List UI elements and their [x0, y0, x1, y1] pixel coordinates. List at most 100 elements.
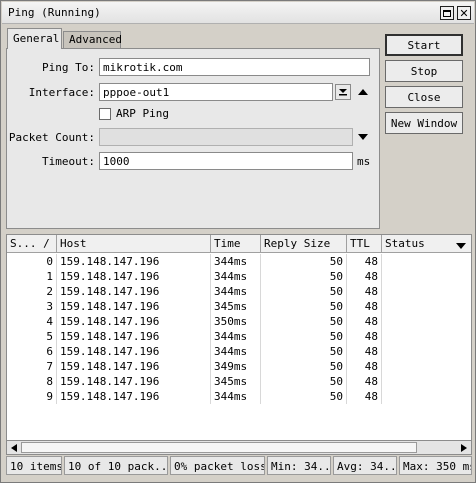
cell-seq: 0: [7, 254, 57, 269]
cell-seq: 7: [7, 359, 57, 374]
tab-advanced[interactable]: Advanced: [63, 31, 122, 48]
cell-time: 350ms: [211, 314, 261, 329]
cell-host: 159.148.147.196: [57, 359, 211, 374]
cell-time: 344ms: [211, 269, 261, 284]
ping-to-label: Ping To:: [42, 61, 95, 74]
title-bar[interactable]: Ping (Running) ✕: [2, 2, 474, 24]
cell-size: 50: [261, 344, 347, 359]
timeout-label: Timeout:: [42, 155, 95, 168]
horizontal-scrollbar[interactable]: [6, 440, 472, 455]
column-ttl[interactable]: TTL: [347, 235, 382, 253]
scroll-left-icon[interactable]: [7, 441, 21, 454]
status-packets: 10 of 10 pack...: [64, 456, 168, 475]
cell-status: [382, 299, 471, 314]
cell-status: [382, 329, 471, 344]
arp-ping-label: ARP Ping: [116, 107, 169, 120]
cell-time: 344ms: [211, 329, 261, 344]
cell-size: 50: [261, 389, 347, 404]
cell-ttl: 48: [347, 374, 382, 389]
cell-host: 159.148.147.196: [57, 254, 211, 269]
timeout-field[interactable]: 1000: [99, 152, 353, 170]
cell-seq: 8: [7, 374, 57, 389]
general-panel: Ping To: mikrotik.com Interface: pppoe-o…: [6, 48, 380, 229]
cell-seq: 4: [7, 314, 57, 329]
cell-size: 50: [261, 299, 347, 314]
table-row[interactable]: 3 159.148.147.196 345ms 50 48: [7, 299, 471, 314]
cell-time: 344ms: [211, 284, 261, 299]
packet-count-label: Packet Count:: [8, 131, 95, 144]
cell-status: [382, 374, 471, 389]
table-row[interactable]: 4 159.148.147.196 350ms 50 48: [7, 314, 471, 329]
table-row[interactable]: 2 159.148.147.196 344ms 50 48: [7, 284, 471, 299]
cell-status: [382, 344, 471, 359]
cell-seq: 6: [7, 344, 57, 359]
cell-ttl: 48: [347, 314, 382, 329]
table-row[interactable]: 9 159.148.147.196 344ms 50 48: [7, 389, 471, 404]
status-max: Max: 350 ms: [399, 456, 472, 475]
table-row[interactable]: 5 159.148.147.196 344ms 50 48: [7, 329, 471, 344]
cell-ttl: 48: [347, 299, 382, 314]
cell-seq: 9: [7, 389, 57, 404]
new-window-button[interactable]: New Window: [385, 112, 463, 134]
status-loss: 0% packet loss: [170, 456, 265, 475]
ping-window: Ping (Running) ✕ General Advanced Ping T…: [0, 0, 476, 483]
table-header: S... / Host Time Reply Size TTL Status: [7, 235, 471, 253]
cell-size: 50: [261, 254, 347, 269]
expand-down-icon[interactable]: [358, 133, 368, 144]
table-row[interactable]: 6 159.148.147.196 344ms 50 48: [7, 344, 471, 359]
results-table: S... / Host Time Reply Size TTL Status 0…: [6, 234, 472, 455]
scroll-right-icon[interactable]: [457, 441, 471, 454]
cell-host: 159.148.147.196: [57, 344, 211, 359]
cell-status: [382, 359, 471, 374]
cell-size: 50: [261, 329, 347, 344]
cell-status: [382, 254, 471, 269]
table-row[interactable]: 7 159.148.147.196 349ms 50 48: [7, 359, 471, 374]
column-time[interactable]: Time: [211, 235, 261, 253]
cell-seq: 5: [7, 329, 57, 344]
cell-host: 159.148.147.196: [57, 284, 211, 299]
cell-ttl: 48: [347, 359, 382, 374]
interface-field[interactable]: pppoe-out1: [99, 83, 333, 101]
cell-ttl: 48: [347, 269, 382, 284]
scroll-thumb[interactable]: [21, 442, 417, 453]
ping-to-field[interactable]: mikrotik.com: [99, 58, 370, 76]
status-bar: 10 items 10 of 10 pack... 0% packet loss…: [6, 456, 472, 476]
column-host[interactable]: Host: [57, 235, 211, 253]
stop-button[interactable]: Stop: [385, 60, 463, 82]
cell-host: 159.148.147.196: [57, 389, 211, 404]
cell-status: [382, 269, 471, 284]
arp-ping-checkbox[interactable]: [99, 108, 111, 120]
cell-status: [382, 389, 471, 404]
cell-host: 159.148.147.196: [57, 374, 211, 389]
timeout-unit: ms: [357, 155, 371, 168]
close-button[interactable]: Close: [385, 86, 463, 108]
cell-time: 345ms: [211, 299, 261, 314]
table-row[interactable]: 0 159.148.147.196 344ms 50 48: [7, 254, 471, 269]
column-reply-size[interactable]: Reply Size: [261, 235, 347, 253]
table-row[interactable]: 1 159.148.147.196 344ms 50 48: [7, 269, 471, 284]
cell-status: [382, 314, 471, 329]
dropdown-icon[interactable]: [335, 84, 351, 100]
cell-time: 345ms: [211, 374, 261, 389]
cell-ttl: 48: [347, 284, 382, 299]
column-seq[interactable]: S... /: [7, 235, 57, 253]
cell-seq: 2: [7, 284, 57, 299]
column-menu-icon[interactable]: [456, 240, 466, 253]
status-avg: Avg: 34...: [333, 456, 397, 475]
status-items: 10 items: [6, 456, 62, 475]
packet-count-field[interactable]: [99, 128, 353, 146]
collapse-up-icon[interactable]: [358, 88, 368, 99]
start-button[interactable]: Start: [385, 34, 463, 56]
tab-general[interactable]: General: [7, 28, 62, 49]
status-min: Min: 34...: [267, 456, 331, 475]
cell-time: 344ms: [211, 389, 261, 404]
cell-host: 159.148.147.196: [57, 329, 211, 344]
close-icon[interactable]: ✕: [457, 6, 471, 20]
cell-status: [382, 284, 471, 299]
table-row[interactable]: 8 159.148.147.196 345ms 50 48: [7, 374, 471, 389]
cell-time: 344ms: [211, 344, 261, 359]
maximize-icon[interactable]: [440, 6, 454, 20]
cell-size: 50: [261, 284, 347, 299]
cell-host: 159.148.147.196: [57, 299, 211, 314]
cell-ttl: 48: [347, 329, 382, 344]
